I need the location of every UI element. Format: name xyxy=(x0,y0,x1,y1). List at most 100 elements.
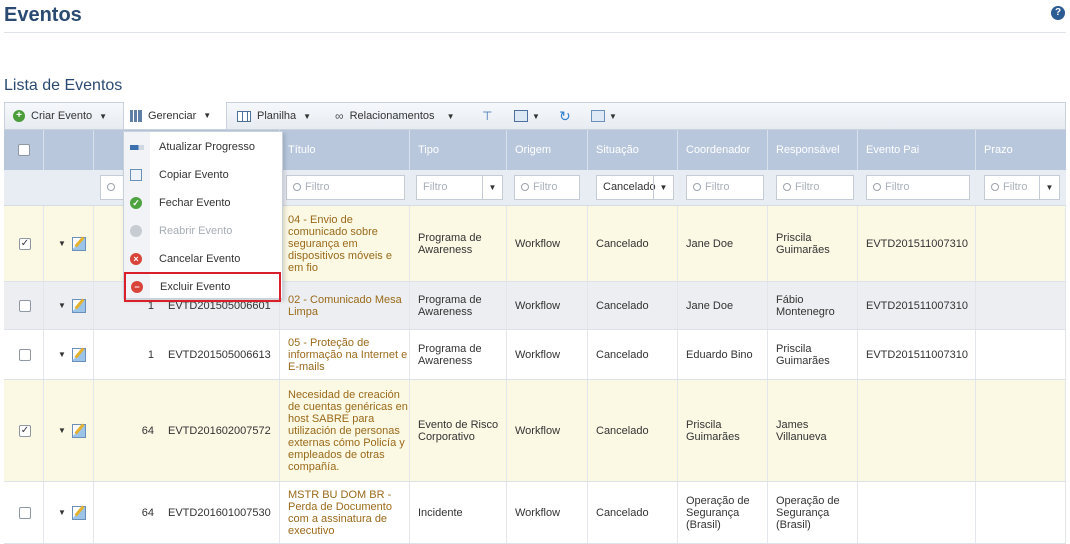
cell-coordinator: Priscila Guimarães xyxy=(678,380,768,481)
select-all-cell xyxy=(4,130,44,170)
situation-filter-select[interactable]: Cancelado ▼ xyxy=(596,175,674,200)
cell-parent xyxy=(858,380,976,481)
refresh-button[interactable]: ↻ xyxy=(559,103,571,129)
column-header-title[interactable]: Título xyxy=(280,130,410,170)
cell-type: Incidente xyxy=(410,482,507,543)
menu-item-cancelar-evento[interactable]: × Cancelar Evento xyxy=(124,245,282,273)
search-icon xyxy=(693,183,701,191)
column-header-origin[interactable]: Origem xyxy=(507,130,588,170)
cell-id: EVTD201601007530 xyxy=(160,482,280,543)
menu-item-reabrir-evento[interactable]: Reabrir Evento xyxy=(124,217,282,245)
cell-situation: Cancelado xyxy=(588,482,678,543)
relations-button[interactable]: ∞ Relacionamentos ▼ xyxy=(335,103,454,129)
hierarchy-button[interactable]: ⊤ xyxy=(482,103,492,129)
cell-responsible: Fábio Montenegro xyxy=(768,282,858,329)
menu-item-atualizar-progresso[interactable]: Atualizar Progresso xyxy=(124,133,282,161)
row-actions-cell: ▼ xyxy=(44,330,94,379)
coordinator-filter-input[interactable]: Filtro xyxy=(686,175,764,200)
deadline-filter-select[interactable]: Filtro ▼ xyxy=(984,175,1060,200)
cell-title[interactable]: MSTR BU DOM BR - Perda de Documento com … xyxy=(280,482,410,543)
cell-coordinator: Jane Doe xyxy=(678,206,768,281)
create-event-button[interactable]: + Criar Evento ▼ xyxy=(13,103,107,129)
table-row[interactable]: ▼ 64 EVTD201601007530 MSTR BU DOM BR - Perd… xyxy=(4,482,1066,544)
cell-title[interactable]: 02 - Comunicado Mesa Limpa xyxy=(280,282,410,329)
cell-deadline xyxy=(976,482,1066,543)
row-actions-menu[interactable]: ▼ xyxy=(58,505,86,520)
column-header-deadline[interactable]: Prazo xyxy=(976,130,1066,170)
cell-title[interactable]: Necesidad de creación de cuentas genéric… xyxy=(280,380,410,481)
search-icon xyxy=(991,183,999,191)
help-icon[interactable]: ? xyxy=(1051,6,1065,20)
menu-item-fechar-evento[interactable]: ✓ Fechar Evento xyxy=(124,189,282,217)
cell-situation: Cancelado xyxy=(588,380,678,481)
row-select-cell xyxy=(4,330,44,379)
cell-origin: Workflow xyxy=(507,482,588,543)
table-row[interactable]: ▼ 1 EVTD201505006613 05 - Proteção de infor… xyxy=(4,330,1066,380)
cell-id: EVTD201602007572 xyxy=(160,380,280,481)
spreadsheet-icon xyxy=(237,110,251,122)
row-actions-menu[interactable]: ▼ xyxy=(58,236,86,251)
situation-filter-value: Cancelado xyxy=(603,181,656,193)
cell-count: 1 xyxy=(147,348,154,361)
edit-icon[interactable] xyxy=(71,298,86,313)
column-header-parent[interactable]: Evento Pai xyxy=(858,130,976,170)
search-icon xyxy=(521,183,529,191)
row-checkbox[interactable] xyxy=(19,299,31,312)
chevron-down-icon: ▼ xyxy=(99,111,108,121)
edit-icon[interactable] xyxy=(71,236,86,251)
column-header-type[interactable]: Tipo xyxy=(410,130,507,170)
select-all-checkbox[interactable] xyxy=(18,144,30,156)
check-circle-icon: ✓ xyxy=(130,197,142,209)
cell-responsible: Priscila Guimarães xyxy=(768,206,858,281)
row-actions-menu[interactable]: ▼ xyxy=(58,423,86,438)
menu-item-excluir-evento[interactable]: − Excluir Evento xyxy=(124,272,281,302)
manage-button[interactable]: Gerenciar ▼ xyxy=(123,102,227,129)
cell-count: 64 xyxy=(141,506,154,519)
cell-title[interactable]: 05 - Proteção de informação na Internet … xyxy=(280,330,410,379)
chevron-down-icon: ▼ xyxy=(482,176,502,199)
edit-icon[interactable] xyxy=(71,423,86,438)
manage-icon xyxy=(130,109,142,122)
parent-filter-input[interactable]: Filtro xyxy=(866,175,970,200)
chevron-down-icon: ▼ xyxy=(1039,176,1059,199)
origin-filter-input[interactable]: Filtro xyxy=(514,175,580,200)
export-button[interactable]: ▼ xyxy=(514,103,540,129)
chevron-down-icon: ▼ xyxy=(203,111,212,120)
refresh-icon: ↻ xyxy=(559,107,571,124)
table-row[interactable]: ✓ ▼ 64 EVTD201602007572 Necesidad de creació… xyxy=(4,380,1066,482)
column-header-responsible[interactable]: Responsável xyxy=(768,130,858,170)
row-checkbox[interactable]: ✓ xyxy=(19,237,31,250)
edit-icon[interactable] xyxy=(71,347,86,362)
copy-icon xyxy=(130,169,142,181)
edit-button[interactable]: ▼ xyxy=(591,103,617,129)
row-checkbox[interactable] xyxy=(19,348,31,361)
cell-origin: Workflow xyxy=(507,206,588,281)
row-select-cell: ✓ xyxy=(4,206,44,281)
progress-bar-icon xyxy=(130,145,144,150)
row-actions-menu[interactable]: ▼ xyxy=(58,347,86,362)
toolbar: + Criar Evento ▼ Gerenciar ▼ Planilha ▼ … xyxy=(4,102,1066,130)
cell-situation: Cancelado xyxy=(588,330,678,379)
cell-situation: Cancelado xyxy=(588,206,678,281)
column-header-situation[interactable]: Situação xyxy=(588,130,678,170)
cell-count: 64 xyxy=(141,424,154,437)
title-divider xyxy=(4,32,1066,33)
column-header-coordinator[interactable]: Coordenador xyxy=(678,130,768,170)
search-icon xyxy=(783,183,791,191)
type-filter-select[interactable]: Filtro ▼ xyxy=(416,175,503,200)
cancel-circle-icon: × xyxy=(130,253,142,265)
row-checkbox[interactable] xyxy=(19,506,31,519)
row-actions-menu[interactable]: ▼ xyxy=(58,298,86,313)
edit-icon[interactable] xyxy=(71,505,86,520)
cell-title[interactable]: 04 - Envio de comunicado sobre segurança… xyxy=(280,206,410,281)
sheet-button[interactable]: Planilha ▼ xyxy=(237,103,311,129)
responsible-filter-input[interactable]: Filtro xyxy=(776,175,854,200)
cell-origin: Workflow xyxy=(507,282,588,329)
sheet-label: Planilha xyxy=(257,110,297,122)
row-checkbox[interactable]: ✓ xyxy=(19,424,31,437)
menu-item-copiar-evento[interactable]: Copiar Evento xyxy=(124,161,282,189)
title-filter-input[interactable]: Filtro xyxy=(286,175,405,200)
delete-circle-icon: − xyxy=(131,281,143,293)
cell-parent xyxy=(858,482,976,543)
filter-placeholder: Filtro xyxy=(533,181,558,193)
